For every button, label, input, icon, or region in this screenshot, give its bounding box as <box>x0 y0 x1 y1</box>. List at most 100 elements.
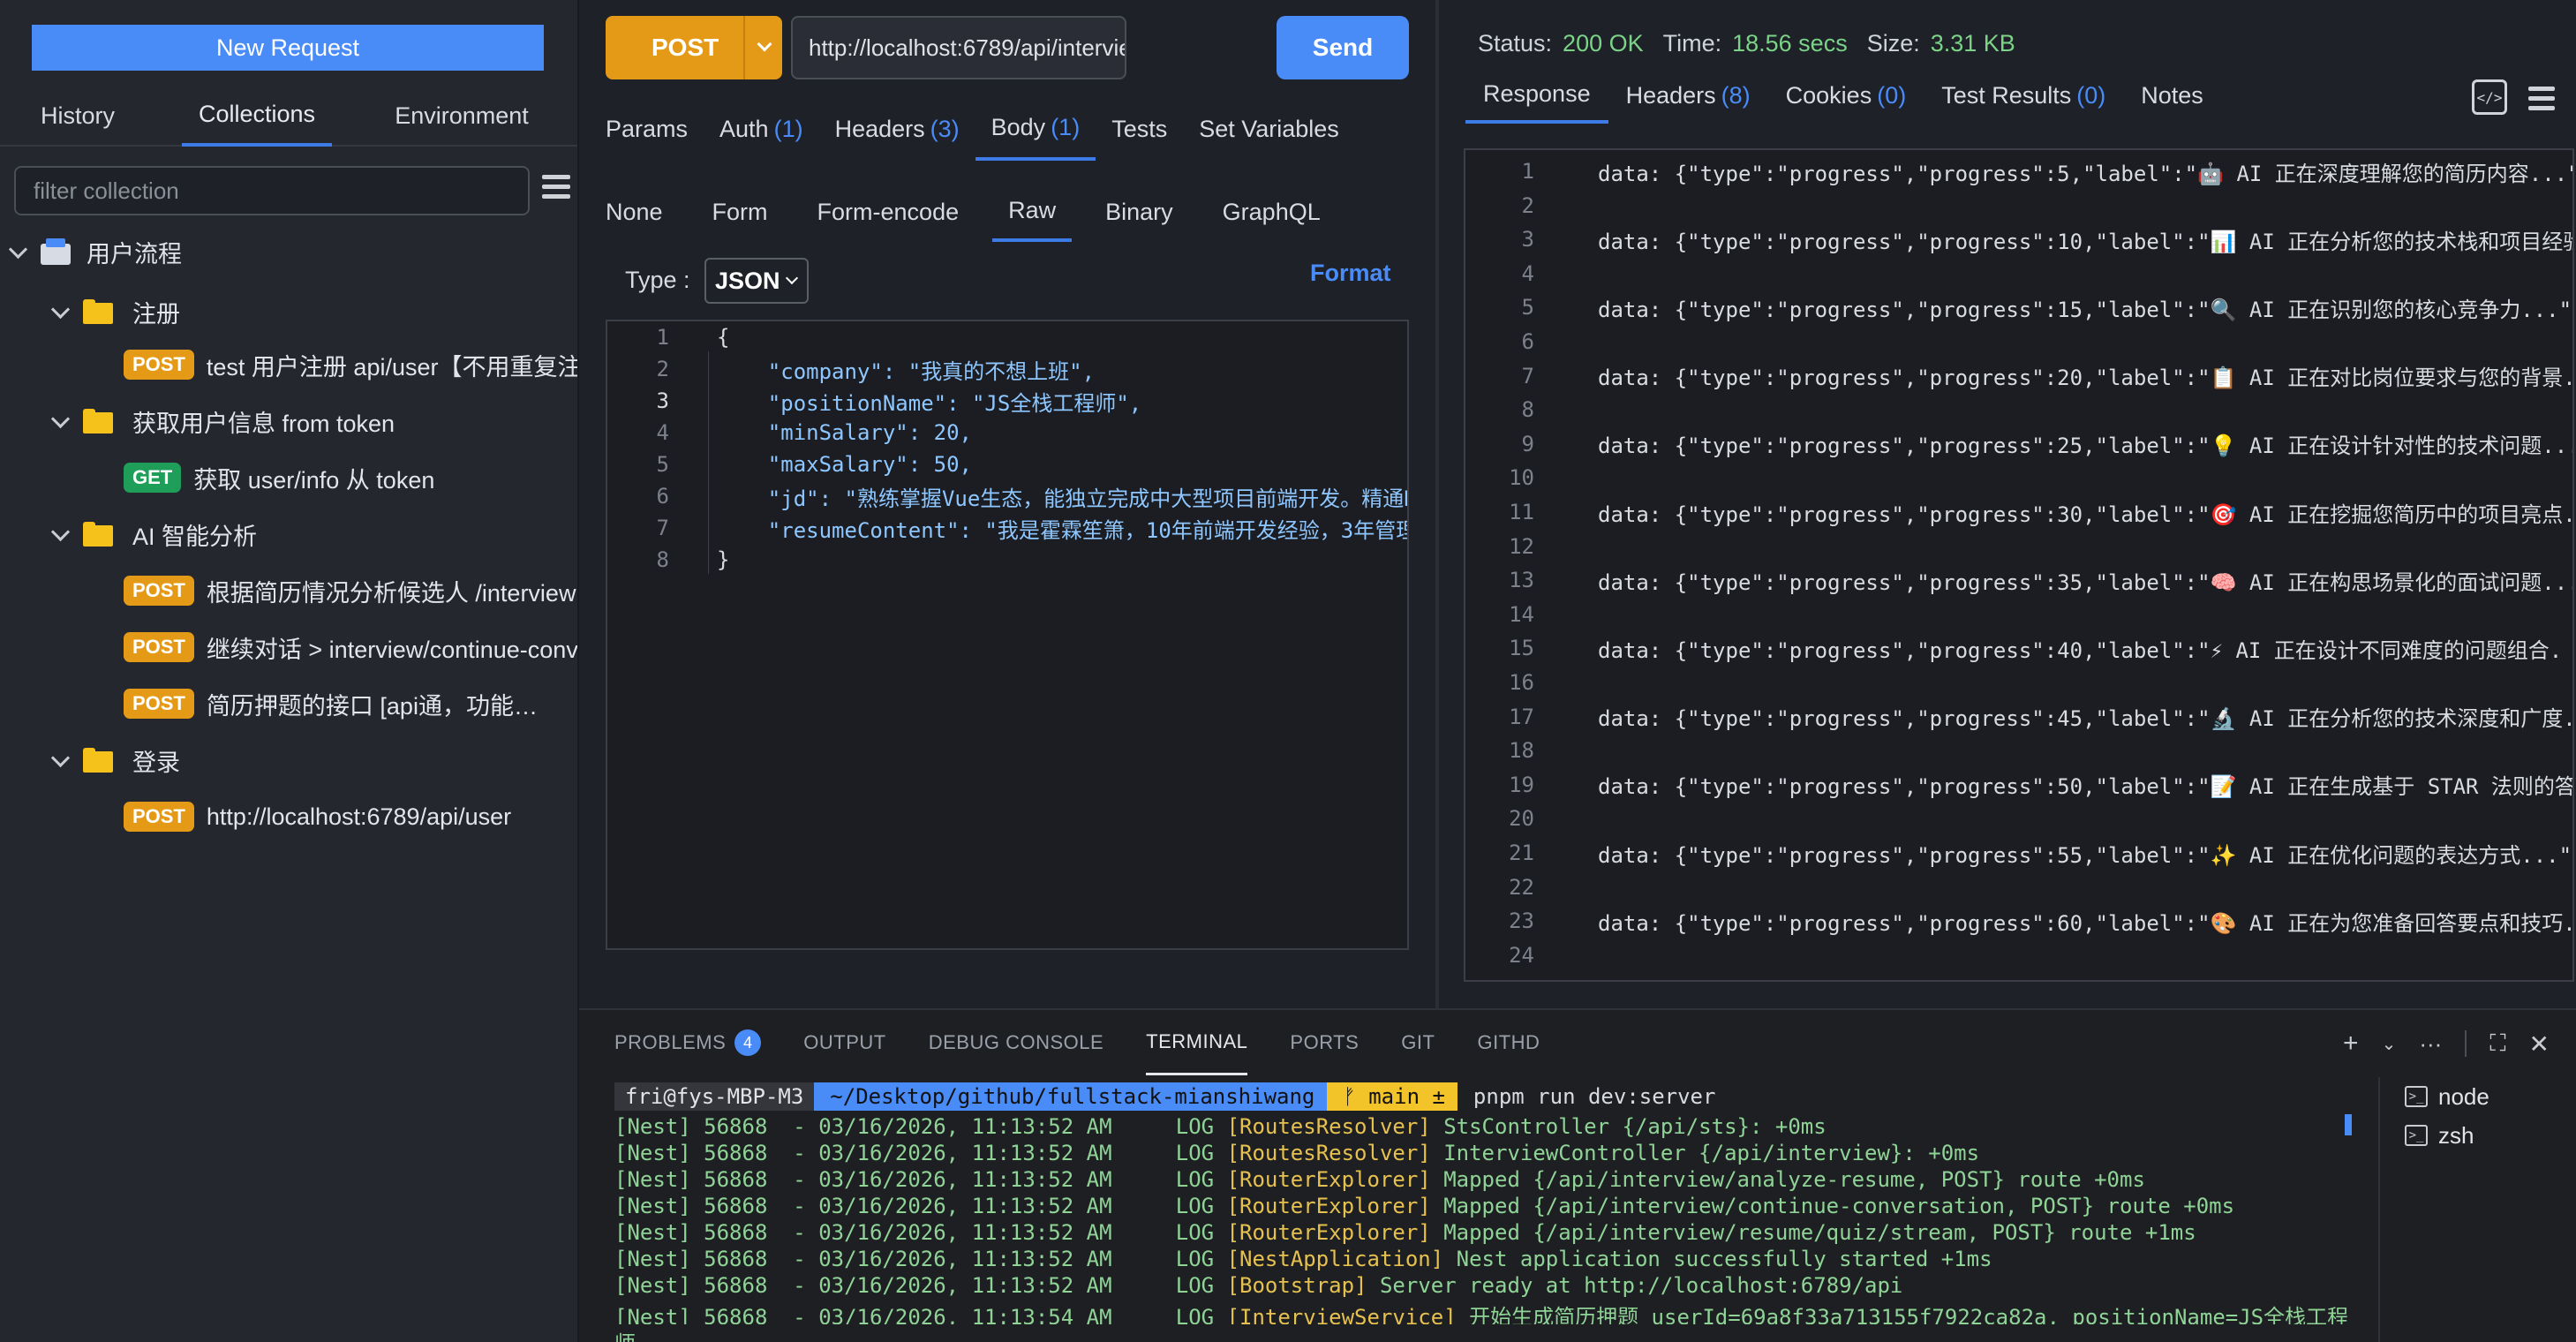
body-tab-form-encode[interactable]: Form-encode <box>802 182 975 242</box>
response-body-viewer[interactable]: 1 data: {"type":"progress","progress":5,"… <box>1464 148 2574 982</box>
tree-request[interactable]: POST http://localhost:6789/api/user <box>0 795 577 839</box>
count-badge: (1) <box>773 115 803 142</box>
tab-auth[interactable]: Auth (1) <box>704 97 819 161</box>
tree-folder[interactable]: AI 智能分析 <box>0 512 577 556</box>
chevron-down-icon <box>51 302 71 321</box>
request-tabs: Params Auth (1) Headers (3) Body (1) Tests … <box>579 97 1435 161</box>
session-zsh[interactable]: >_ zsh <box>2380 1116 2576 1155</box>
tab-problems[interactable]: PROBLEMS 4 <box>614 1010 762 1075</box>
collection-menu-icon[interactable] <box>542 175 570 203</box>
tab-environment[interactable]: Environment <box>353 85 570 147</box>
tab-headers[interactable]: Headers (3) <box>819 97 975 161</box>
code-line: 1{ <box>656 325 730 350</box>
code-view-icon[interactable]: </> <box>2472 79 2507 115</box>
tab-git[interactable]: GIT <box>1401 1010 1435 1075</box>
format-button[interactable]: Format <box>1310 260 1391 287</box>
body-tab-graphql[interactable]: GraphQL <box>1207 182 1337 242</box>
response-line: 15 data: {"type":"progress","progress":40… <box>1509 636 2563 663</box>
folder-icon <box>83 409 115 434</box>
response-line: 25data: {"type":"progress","progress":65… <box>1465 973 2572 980</box>
tree-request[interactable]: GET 获取 user/info 从 token <box>0 456 577 500</box>
tab-githd[interactable]: GITHD <box>1477 1010 1540 1075</box>
tab-output[interactable]: OUTPUT <box>803 1010 885 1075</box>
tab-set-variables[interactable]: Set Variables <box>1183 97 1355 161</box>
tab-tests[interactable]: Tests <box>1096 97 1183 161</box>
response-line: 16 <box>1509 670 1534 695</box>
code-line: 3 "positionName": "JS全栈工程师", <box>656 388 1142 416</box>
chevron-down-icon <box>51 411 71 431</box>
terminal-scrollbar[interactable] <box>2345 1114 2352 1135</box>
terminal-icon: >_ <box>2405 1086 2428 1107</box>
chevron-down-icon <box>757 36 772 52</box>
tab-debug-console[interactable]: DEBUG CONSOLE <box>929 1010 1103 1075</box>
code-line: 7 "resumeContent": "我是霍霖笙箫，10年前端开发经验，3年管… <box>656 516 1409 543</box>
type-label: Type : <box>625 267 690 293</box>
time-value: 18.56 secs <box>1732 30 1848 57</box>
prompt-git-branch: ᚠ main ± <box>1327 1082 1457 1111</box>
method-badge: POST <box>124 350 194 380</box>
response-menu-icon[interactable] <box>2528 87 2555 116</box>
tab-params[interactable]: Params <box>590 97 704 161</box>
maximize-icon[interactable]: ⛶ <box>2489 1029 2505 1058</box>
more-icon[interactable]: ··· <box>2419 1030 2442 1058</box>
response-line: 3 data: {"type":"progress","progress":10,… <box>1521 227 2574 254</box>
tree-request[interactable]: POST 根据简历情况分析候选人 /interview <box>0 569 577 613</box>
tab-history[interactable]: History <box>0 85 155 147</box>
tab-response[interactable]: Response <box>1465 67 1608 124</box>
tab-ports[interactable]: PORTS <box>1290 1010 1359 1075</box>
count-badge: (3) <box>930 115 960 142</box>
log-line: [Nest] 56868 - 03/16/2026, 11:13:52 AM L… <box>614 1194 2235 1218</box>
chevron-down-icon <box>51 524 71 544</box>
tree-request[interactable]: POST 继续对话 > interview/continue-conv <box>0 625 577 669</box>
tab-test-results[interactable]: Test Results (0) <box>1924 67 2123 124</box>
response-line: 14 <box>1509 601 1534 627</box>
response-line: 13 data: {"type":"progress","progress":35… <box>1509 568 2574 595</box>
prompt-user: fri@fys-MBP-M3 <box>614 1082 815 1111</box>
code-line: 6 "jd": "熟练掌握Vue生态，能独立完成中大型项目前端开发。精通H <box>656 484 1409 511</box>
prompt-directory: ~/Desktop/github/fullstack-mianshiwang <box>814 1082 1328 1111</box>
code-line: 4 "minSalary": 20, <box>656 420 972 445</box>
status-value: 200 OK <box>1563 30 1644 57</box>
method-select[interactable]: POST <box>606 16 782 79</box>
tab-notes[interactable]: Notes <box>2123 67 2221 124</box>
method-badge: POST <box>124 576 194 606</box>
response-line: 6 <box>1521 329 1534 354</box>
content-type-select[interactable]: JSON <box>704 258 809 304</box>
app-window: New Request History Collections Environm… <box>0 0 2576 1342</box>
tree-request[interactable]: POST 简历押题的接口 [api通，功能… <box>0 682 577 726</box>
body-tab-form[interactable]: Form <box>697 182 784 242</box>
log-line: 师 <box>614 1326 2380 1342</box>
body-tab-raw[interactable]: Raw <box>992 182 1073 242</box>
body-tab-none[interactable]: None <box>590 182 679 242</box>
body-tab-binary[interactable]: Binary <box>1089 182 1189 242</box>
tab-terminal[interactable]: TERMINAL <box>1146 1010 1248 1075</box>
tab-body[interactable]: Body (1) <box>975 97 1096 161</box>
close-icon[interactable]: ✕ <box>2529 1029 2550 1059</box>
plus-icon[interactable]: + <box>2343 1029 2359 1059</box>
tree-request[interactable]: POST test 用户注册 api/user【不用重复注 <box>0 343 577 387</box>
new-request-button[interactable]: New Request <box>32 25 544 71</box>
request-body-editor[interactable]: 1{ 2 "company": "我真的不想上班", 3 "positionNa… <box>606 320 1409 950</box>
tab-response-headers[interactable]: Headers (8) <box>1608 67 1768 124</box>
tree-collection[interactable]: 用户流程 <box>0 230 577 274</box>
tree-label: AI 智能分析 <box>132 523 258 550</box>
response-line: 1 data: {"type":"progress","progress":5,"… <box>1521 159 2574 186</box>
tree-label: test 用户注册 api/user【不用重复注 <box>206 353 577 381</box>
response-status-bar: Status: 200 OK Time: 18.56 secs Size: 3.… <box>1478 30 2035 57</box>
tree-label: 用户流程 <box>87 240 182 268</box>
log-line: [Nest] 56868 - 03/16/2026, 11:13:52 AM L… <box>614 1273 1903 1298</box>
tab-cookies[interactable]: Cookies (0) <box>1768 67 1924 124</box>
response-line: 11 data: {"type":"progress","progress":30… <box>1509 500 2574 527</box>
url-input[interactable] <box>791 16 1126 79</box>
filter-collection-input[interactable] <box>14 166 530 215</box>
session-node[interactable]: >_ node <box>2380 1077 2576 1116</box>
body-type-tabs: None Form Form-encode Raw Binary GraphQL <box>579 182 1435 242</box>
response-line: 22 <box>1509 874 1534 900</box>
chevron-down-icon[interactable]: ⌄ <box>2382 1033 2397 1055</box>
tab-collections[interactable]: Collections <box>182 85 332 147</box>
tree-folder[interactable]: 登录 <box>0 738 577 782</box>
send-button[interactable]: Send <box>1277 16 1409 79</box>
tree-label: 继续对话 > interview/continue-conv <box>206 636 577 663</box>
tree-folder[interactable]: 注册 <box>0 290 577 334</box>
tree-folder[interactable]: 获取用户信息 from token <box>0 399 577 443</box>
